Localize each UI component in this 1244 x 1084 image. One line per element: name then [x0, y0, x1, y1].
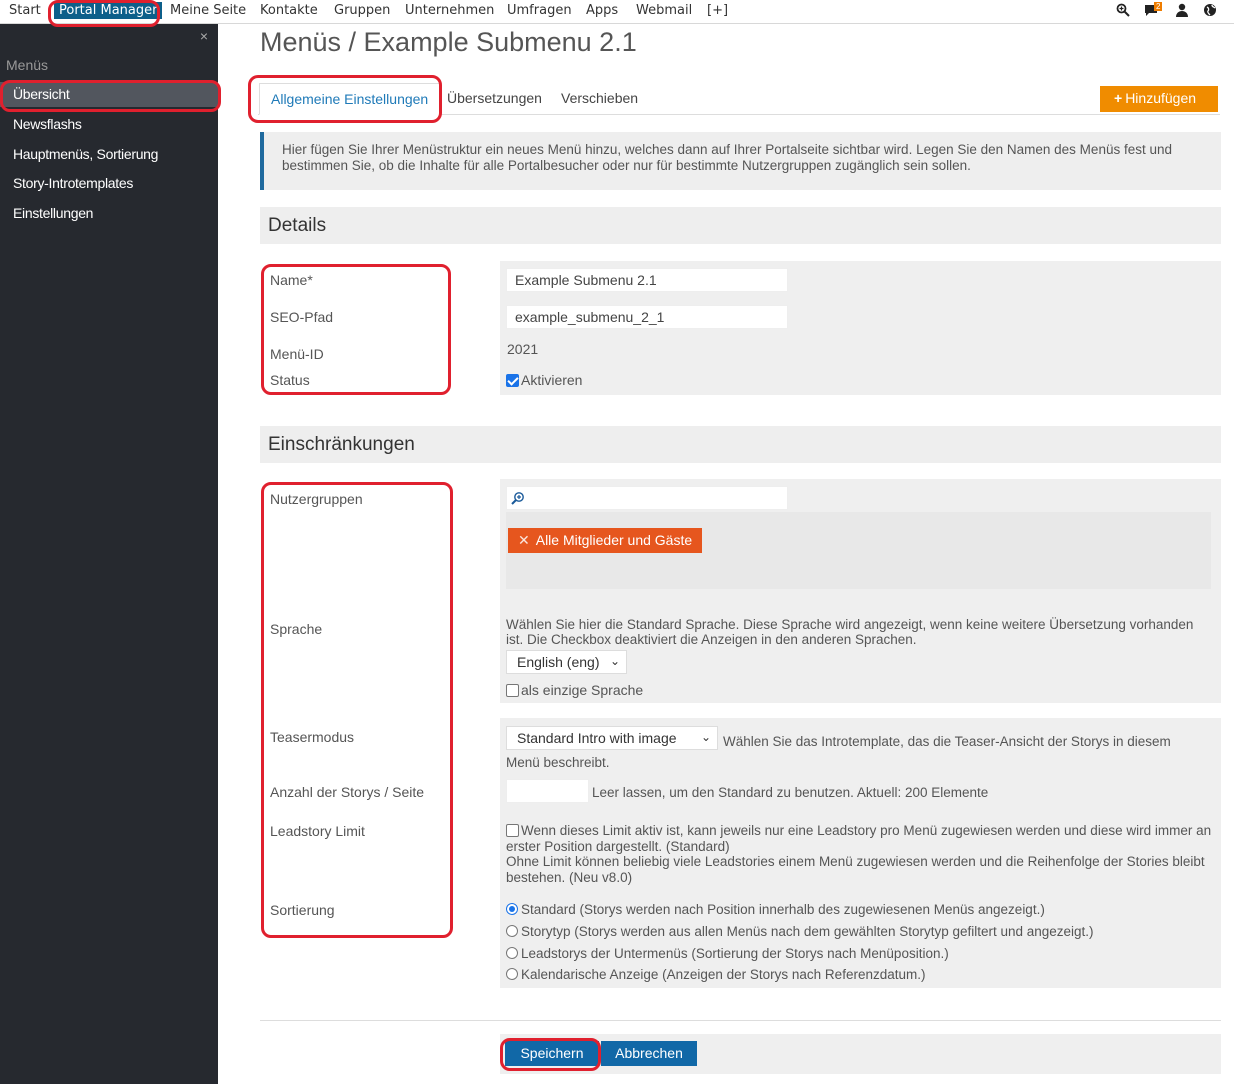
sorting-radio[interactable] — [506, 947, 518, 959]
name-label: Name* — [270, 272, 313, 288]
nav-gruppen[interactable]: Gruppen — [334, 3, 390, 18]
sorting-option[interactable]: Leadstorys der Untermenüs (Sortierung de… — [506, 946, 949, 961]
nav-start[interactable]: Start — [9, 3, 41, 18]
nav-apps[interactable]: Apps — [586, 3, 618, 18]
tab-verschieben[interactable]: Verschieben — [550, 83, 649, 115]
sorting-radio[interactable] — [506, 968, 518, 980]
leadstory-block: Wenn dieses Limit aktiv ist, kann jeweil… — [506, 823, 1216, 885]
status-checkbox[interactable] — [506, 374, 519, 387]
groups-label: Nutzergruppen — [270, 491, 363, 507]
seo-label: SEO-Pfad — [270, 309, 334, 325]
highlight-restriction-labels — [261, 482, 453, 938]
sorting-radio[interactable] — [506, 903, 518, 915]
nav-meine-seite[interactable]: Meine Seite — [170, 3, 246, 18]
magnifier-icon — [511, 492, 524, 505]
seo-input[interactable]: example_submenu_2_1 — [506, 305, 788, 329]
chat-icon[interactable]: 2 — [1144, 2, 1163, 20]
sorting-option-label: Standard (Storys werden nach Position in… — [521, 902, 1045, 917]
leadstory-text: Wenn dieses Limit aktiv ist, kann jeweil… — [506, 823, 1212, 854]
sidebar-item-einstellungen[interactable]: Einstellungen — [0, 201, 218, 226]
status-label: Status — [270, 372, 310, 388]
plus-icon: + — [1114, 90, 1123, 106]
nav-umfragen[interactable]: Umfragen — [507, 3, 572, 18]
remove-icon[interactable]: ✕ — [518, 532, 530, 548]
sorting-option-label: Storytyp (Storys werden aus allen Menüs … — [521, 924, 1094, 939]
count-help: Leer lassen, um den Standard zu benutzen… — [592, 785, 989, 800]
sorting-radio[interactable] — [506, 925, 518, 937]
sidebar-item-uebersicht[interactable]: Übersicht — [0, 82, 218, 107]
nav-portal-manager[interactable]: Portal Manager — [54, 2, 163, 19]
teaser-help: Wählen Sie das Introtemplate, das die Te… — [506, 734, 1171, 770]
sorting-option-label: Kalendarische Anzeige (Anzeigen der Stor… — [521, 967, 926, 982]
divider — [260, 1020, 1221, 1021]
status-checkbox-label: Aktivieren — [521, 372, 583, 388]
count-label: Anzahl der Storys / Seite — [270, 784, 425, 800]
menu-id-label: Menü-ID — [270, 346, 324, 362]
close-icon[interactable]: × — [200, 28, 208, 44]
top-navigation: Start Portal Manager Meine Seite Kontakt… — [0, 0, 1234, 24]
save-button[interactable]: Speichern — [505, 1041, 599, 1066]
nav-unternehmen[interactable]: Unternehmen — [405, 3, 494, 18]
group-tag-label: Alle Mitglieder und Gäste — [535, 532, 693, 548]
tab-uebersetzungen[interactable]: Übersetzungen — [436, 83, 553, 115]
sidebar: × Menüs Übersicht Newsflashs Hauptmenüs,… — [0, 24, 218, 1084]
leadstory-text-2: Ohne Limit können beliebig viele Leadsto… — [506, 854, 1205, 885]
nav-webmail[interactable]: Webmail — [636, 3, 692, 18]
language-label: Sprache — [270, 621, 323, 637]
leadstory-checkbox[interactable] — [506, 824, 519, 837]
sidebar-title: Menüs — [6, 57, 49, 73]
add-button-label: Hinzufügen — [1125, 90, 1197, 106]
language-select[interactable]: English (eng) ⌄ — [506, 650, 627, 674]
language-only-checkbox[interactable] — [506, 684, 519, 697]
add-button[interactable]: + Hinzufügen — [1100, 86, 1218, 112]
groups-search-input[interactable] — [506, 486, 788, 510]
status-checkbox-row[interactable]: Aktivieren — [506, 372, 582, 388]
tab-allgemeine-einstellungen[interactable]: Allgemeine Einstellungen — [259, 83, 441, 115]
sidebar-item-newsflashs[interactable]: Newsflashs — [0, 112, 218, 137]
sidebar-item-story-introtemplates[interactable]: Story-Introtemplates — [0, 171, 218, 196]
language-only-label: als einzige Sprache — [521, 682, 644, 698]
chevron-down-icon: ⌄ — [609, 654, 620, 668]
restrictions-heading: Einschränkungen — [260, 426, 1221, 463]
teaser-label: Teasermodus — [270, 729, 355, 745]
sorting-option[interactable]: Standard (Storys werden nach Position in… — [506, 902, 1045, 917]
nav-kontakte[interactable]: Kontakte — [260, 3, 318, 18]
sorting-label: Sortierung — [270, 902, 335, 918]
group-tag[interactable]: ✕ Alle Mitglieder und Gäste — [508, 528, 703, 553]
nav-more[interactable]: [+] — [707, 3, 728, 18]
count-input[interactable] — [506, 779, 589, 803]
language-only-row[interactable]: als einzige Sprache — [506, 682, 643, 698]
sorting-option[interactable]: Kalendarische Anzeige (Anzeigen der Stor… — [506, 967, 925, 982]
page-title: Menüs / Example Submenu 2.1 — [260, 27, 637, 57]
sorting-option-label: Leadstorys der Untermenüs (Sortierung de… — [521, 946, 949, 961]
sidebar-item-hauptmenues[interactable]: Hauptmenüs, Sortierung — [0, 142, 218, 167]
search-icon[interactable] — [1116, 3, 1130, 20]
info-box: Hier fügen Sie Ihrer Menüstruktur ein ne… — [260, 132, 1221, 190]
globe-icon[interactable] — [1203, 3, 1217, 20]
notification-badge: 2 — [1154, 2, 1163, 11]
leadstory-label: Leadstory Limit — [270, 823, 365, 839]
user-icon[interactable] — [1175, 3, 1189, 20]
language-help: Wählen Sie hier die Standard Sprache. Di… — [506, 617, 1194, 647]
name-input[interactable]: Example Submenu 2.1 — [506, 268, 788, 292]
menu-id-value: 2021 — [507, 341, 539, 357]
tab-bar: Allgemeine Einstellungen Übersetzungen V… — [258, 83, 1220, 115]
cancel-button[interactable]: Abbrechen — [601, 1041, 697, 1066]
language-select-value: English (eng) — [517, 654, 600, 670]
details-heading: Details — [260, 207, 1221, 244]
sorting-option[interactable]: Storytyp (Storys werden aus allen Menüs … — [506, 924, 1094, 939]
